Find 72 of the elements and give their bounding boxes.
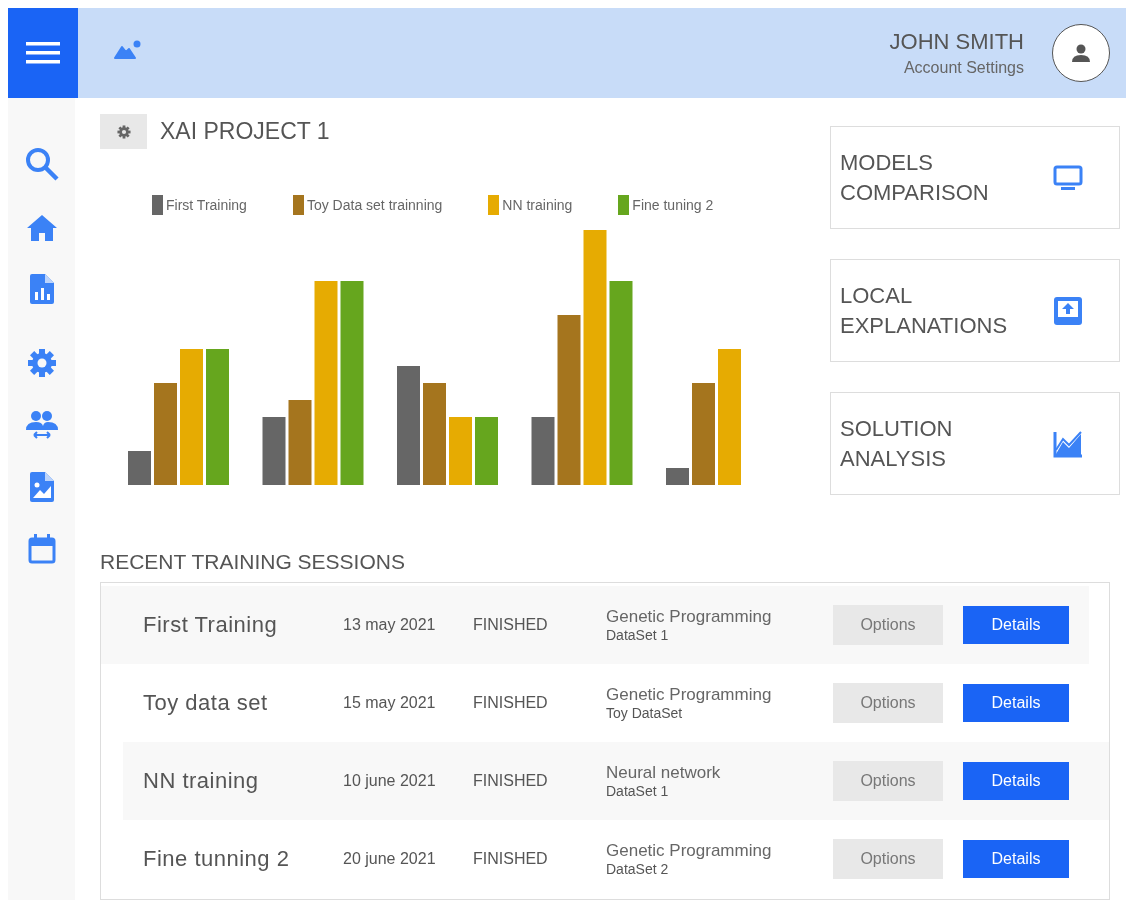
settings-icon (116, 124, 131, 139)
chart-bar (128, 451, 151, 485)
action-card[interactable]: LOCAL EXPLANATIONS (830, 259, 1120, 362)
chart-bar (475, 417, 498, 485)
session-name: Fine tunning 2 (142, 845, 291, 872)
people-icon (25, 410, 58, 440)
session-date: 10 june 2021 (343, 771, 437, 790)
people-button[interactable] (25, 410, 58, 440)
chart-bar (666, 468, 689, 485)
session-method: Genetic Programming (606, 606, 773, 627)
menu-icon (26, 41, 60, 65)
session-row[interactable]: Toy data set 15 may 2021 FINISHED Genetic Programming Toy DataSet Options Details (101, 663, 1089, 742)
session-dataset: DataSet 2 (606, 860, 670, 877)
search-icon (23, 146, 60, 182)
report-icon (29, 274, 54, 304)
project-title: XAI PROJECT 1 (160, 118, 330, 145)
options-button[interactable]: Options (833, 838, 943, 879)
action-card[interactable]: MODELS COMPARISON (830, 126, 1120, 229)
person-icon (1071, 43, 1091, 63)
session-date: 20 june 2021 (343, 849, 437, 868)
session-status: FINISHED (473, 849, 549, 868)
search-button[interactable] (23, 146, 60, 182)
session-name: First Training (142, 611, 279, 638)
image-file-icon (29, 472, 54, 502)
menu-button[interactable] (8, 8, 78, 98)
session-date: 15 may 2021 (343, 693, 437, 712)
session-method: Neural network (606, 762, 722, 783)
area-chart-icon (1053, 429, 1083, 458)
settings-icon (26, 348, 57, 378)
session-method: Genetic Programming (606, 684, 773, 705)
home-icon (25, 214, 58, 242)
user-name: JOHN SMITH (889, 29, 1024, 55)
details-button[interactable]: Details (963, 761, 1069, 800)
session-row[interactable]: First Training 13 may 2021 FINISHED Genetic Programming DataSet 1 Options Details (101, 585, 1089, 664)
session-name: Toy data set (142, 689, 269, 716)
legend-label: Toy Data set trainning (306, 197, 443, 213)
calendar-button[interactable] (27, 534, 56, 564)
session-method: Genetic Programming (606, 840, 773, 861)
options-button[interactable]: Options (833, 682, 943, 723)
chart-bar (531, 417, 555, 485)
settings-button[interactable] (26, 348, 57, 378)
session-dataset: DataSet 1 (606, 626, 670, 643)
session-row[interactable]: NN training 10 june 2021 FINISHED Neural network DataSet 1 Options Details (123, 741, 1109, 820)
image-icon (114, 39, 142, 59)
session-dataset: Toy DataSet (606, 704, 684, 721)
details-button[interactable]: Details (963, 683, 1069, 722)
report-button[interactable] (29, 274, 54, 304)
action-card[interactable]: SOLUTION ANALYSIS (830, 392, 1120, 495)
session-date: 13 may 2021 (343, 615, 437, 634)
options-button[interactable]: Options (833, 760, 943, 801)
session-status: FINISHED (473, 693, 549, 712)
legend-label: NN training (502, 197, 573, 213)
session-name: NN training (142, 767, 260, 794)
legend-label: Fine tuning 2 (632, 197, 714, 213)
session-status: FINISHED (473, 771, 549, 790)
details-button[interactable]: Details (963, 839, 1069, 878)
image-file-button[interactable] (29, 472, 54, 502)
session-dataset: DataSet 1 (606, 782, 670, 799)
monitor-icon (1053, 164, 1083, 191)
chart-bar (262, 417, 286, 485)
legend-label: First Training (166, 197, 247, 213)
details-button[interactable]: Details (963, 605, 1069, 644)
options-button[interactable]: Options (833, 604, 943, 645)
session-row[interactable]: Fine tunning 2 20 june 2021 FINISHED Genetic Programming DataSet 2 Options Details (101, 819, 1089, 898)
calendar-icon (27, 534, 56, 564)
session-status: FINISHED (473, 615, 549, 634)
project-settings-button[interactable] (100, 114, 147, 149)
section-title: RECENT TRAINING SESSIONS (100, 549, 406, 574)
account-settings-link[interactable]: Account Settings (903, 59, 1024, 77)
home-button[interactable] (25, 214, 58, 242)
chart-bar (449, 417, 472, 485)
upload-icon (1053, 295, 1083, 326)
